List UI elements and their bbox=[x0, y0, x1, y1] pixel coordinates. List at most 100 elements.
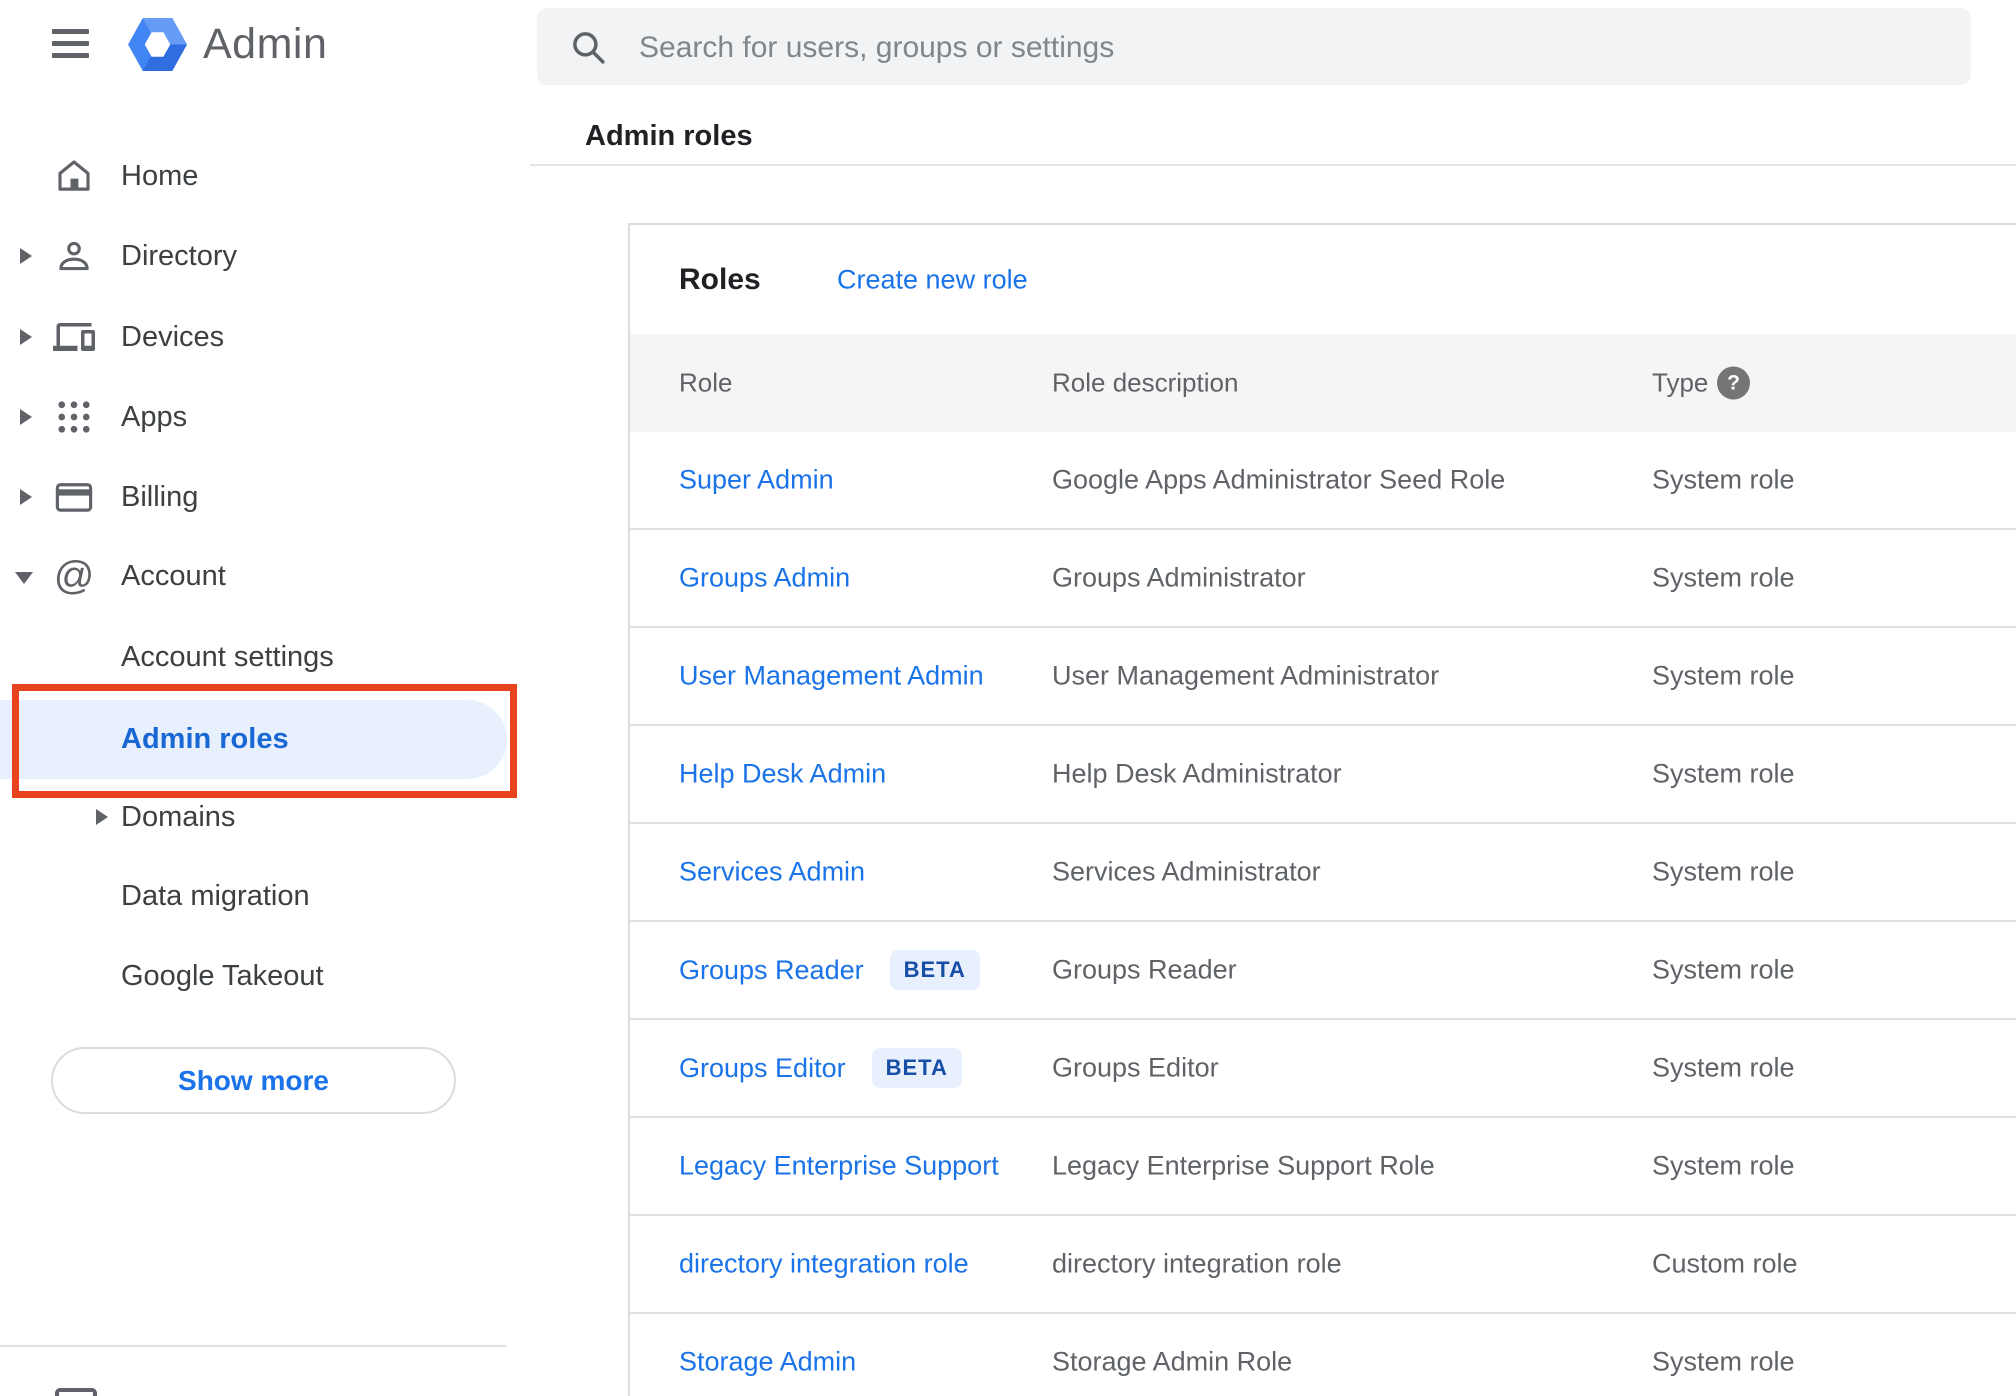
role-type: System role bbox=[1652, 1052, 1795, 1083]
table-row: Groups Reader BETA Groups Reader System … bbox=[630, 922, 2016, 1020]
role-type: System role bbox=[1652, 1346, 1795, 1377]
role-link[interactable]: directory integration role bbox=[679, 1249, 969, 1280]
role-link[interactable]: Groups Reader BETA bbox=[679, 950, 980, 990]
sidebar-item-label[interactable]: Google Takeout bbox=[121, 954, 324, 998]
partial-bottom-icon bbox=[55, 1388, 97, 1396]
sidebar-item-label[interactable]: Devices bbox=[121, 315, 224, 359]
role-description: Groups Administrator bbox=[1052, 562, 1306, 593]
sidebar-item-label[interactable]: Data migration bbox=[121, 874, 310, 918]
admin-logo[interactable]: Admin bbox=[128, 14, 327, 74]
sidebar-item-account[interactable]: @ Account bbox=[0, 554, 515, 598]
role-description: Google Apps Administrator Seed Role bbox=[1052, 464, 1506, 495]
apps-grid-icon bbox=[52, 395, 96, 439]
role-description: Groups Editor bbox=[1052, 1052, 1219, 1083]
sidebar-item-domains[interactable]: Domains bbox=[0, 795, 515, 839]
sidebar-item-google-takeout[interactable]: Google Takeout bbox=[0, 954, 515, 998]
search-input[interactable] bbox=[637, 8, 1941, 87]
collapse-arrow-icon[interactable] bbox=[15, 572, 33, 584]
role-link[interactable]: Super Admin bbox=[679, 465, 834, 496]
sidebar: Admin Home Directory Devices Apps Billin… bbox=[0, 0, 517, 1396]
create-new-role-link[interactable]: Create new role bbox=[837, 264, 1028, 295]
at-sign-icon: @ bbox=[53, 554, 95, 598]
sidebar-item-label[interactable]: Apps bbox=[121, 395, 187, 439]
role-type: System role bbox=[1652, 1150, 1795, 1181]
role-type: System role bbox=[1652, 562, 1795, 593]
expand-arrow-icon[interactable] bbox=[20, 248, 32, 264]
header-divider bbox=[530, 164, 2016, 166]
role-link[interactable]: Groups Editor BETA bbox=[679, 1048, 962, 1088]
column-header-role: Role bbox=[679, 367, 733, 398]
beta-badge: BETA bbox=[871, 1048, 962, 1088]
table-row: directory integration role directory int… bbox=[630, 1216, 2016, 1314]
table-row: Legacy Enterprise Support Legacy Enterpr… bbox=[630, 1118, 2016, 1216]
sidebar-item-label[interactable]: Home bbox=[121, 154, 198, 198]
role-link-label[interactable]: Groups Editor bbox=[679, 1053, 846, 1084]
role-type: System role bbox=[1652, 758, 1795, 789]
table-header-row: Role Role description Type ? bbox=[630, 334, 2016, 432]
sidebar-item-label[interactable]: Domains bbox=[121, 795, 235, 839]
table-row: Groups Admin Groups Administrator System… bbox=[630, 530, 2016, 628]
role-link-label[interactable]: Groups Reader bbox=[679, 955, 864, 986]
card-header: Roles Create new role bbox=[630, 225, 2016, 334]
sidebar-item-directory[interactable]: Directory bbox=[0, 234, 515, 278]
role-link[interactable]: Groups Admin bbox=[679, 563, 850, 594]
role-description: Help Desk Administrator bbox=[1052, 758, 1342, 789]
table-row: Groups Editor BETA Groups Editor System … bbox=[630, 1020, 2016, 1118]
credit-card-icon bbox=[52, 475, 96, 519]
role-link[interactable]: Storage Admin bbox=[679, 1347, 856, 1378]
role-description: Storage Admin Role bbox=[1052, 1346, 1293, 1377]
column-header-type: Type bbox=[1652, 367, 1709, 398]
app-title: Admin bbox=[203, 19, 328, 68]
sidebar-item-billing[interactable]: Billing bbox=[0, 475, 515, 519]
table-row: Help Desk Admin Help Desk Administrator … bbox=[630, 726, 2016, 824]
sidebar-item-devices[interactable]: Devices bbox=[0, 315, 515, 359]
role-type: System role bbox=[1652, 954, 1795, 985]
role-type: System role bbox=[1652, 856, 1795, 887]
role-type: System role bbox=[1652, 464, 1795, 495]
sidebar-item-label[interactable]: Account settings bbox=[121, 635, 334, 679]
role-description: User Management Administrator bbox=[1052, 660, 1440, 691]
expand-arrow-icon[interactable] bbox=[20, 409, 32, 425]
role-description: Services Administrator bbox=[1052, 856, 1321, 887]
column-header-description: Role description bbox=[1052, 367, 1239, 398]
devices-icon bbox=[52, 315, 96, 359]
roles-card: Roles Create new role Role Role descript… bbox=[628, 223, 2016, 1396]
search-bar[interactable] bbox=[537, 8, 1971, 87]
admin-console-screen: Admin Home Directory Devices Apps Billin… bbox=[0, 0, 2016, 1396]
table-row: User Management Admin User Management Ad… bbox=[630, 628, 2016, 726]
role-description: directory integration role bbox=[1052, 1248, 1342, 1279]
role-type: Custom role bbox=[1652, 1248, 1798, 1279]
sidebar-item-apps[interactable]: Apps bbox=[0, 395, 515, 439]
sidebar-item-data-migration[interactable]: Data migration bbox=[0, 874, 515, 918]
sidebar-item-label[interactable]: Billing bbox=[121, 475, 198, 519]
role-link[interactable]: Legacy Enterprise Support bbox=[679, 1151, 999, 1182]
person-icon bbox=[52, 234, 96, 278]
role-description: Groups Reader bbox=[1052, 954, 1237, 985]
sidebar-item-account-settings[interactable]: Account settings bbox=[0, 635, 515, 679]
role-link[interactable]: Help Desk Admin bbox=[679, 759, 886, 790]
role-type: System role bbox=[1652, 660, 1795, 691]
home-icon bbox=[52, 154, 96, 198]
menu-icon[interactable] bbox=[52, 29, 89, 58]
breadcrumb: Admin roles bbox=[585, 120, 753, 152]
sidebar-bottom-divider bbox=[0, 1345, 506, 1347]
sidebar-item-label[interactable]: Account bbox=[121, 554, 226, 598]
help-icon[interactable]: ? bbox=[1717, 366, 1750, 400]
table-row: Storage Admin Storage Admin Role System … bbox=[630, 1314, 2016, 1396]
table-row: Services Admin Services Administrator Sy… bbox=[630, 824, 2016, 922]
role-description: Legacy Enterprise Support Role bbox=[1052, 1150, 1435, 1181]
sidebar-item-home[interactable]: Home bbox=[0, 154, 515, 198]
page-title: Roles bbox=[679, 262, 761, 296]
show-more-button[interactable]: Show more bbox=[51, 1047, 456, 1114]
sidebar-item-label[interactable]: Directory bbox=[121, 234, 237, 278]
expand-arrow-icon[interactable] bbox=[20, 329, 32, 345]
admin-hexagon-icon bbox=[128, 17, 187, 71]
beta-badge: BETA bbox=[889, 950, 980, 990]
expand-arrow-icon[interactable] bbox=[20, 489, 32, 505]
red-annotation-box bbox=[12, 684, 517, 798]
expand-arrow-icon[interactable] bbox=[96, 809, 108, 825]
search-icon[interactable] bbox=[567, 26, 609, 73]
role-link[interactable]: User Management Admin bbox=[679, 661, 984, 692]
role-link[interactable]: Services Admin bbox=[679, 857, 865, 888]
table-row: Super Admin Google Apps Administrator Se… bbox=[630, 432, 2016, 530]
